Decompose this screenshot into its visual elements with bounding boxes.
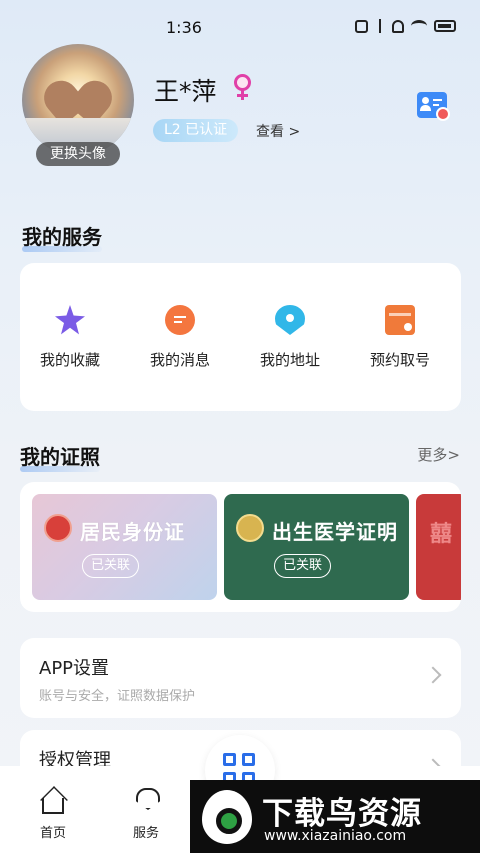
licenses-title: 我的证照 [20,441,100,472]
bluetooth-icon [375,19,385,33]
nfc-icon [355,19,368,33]
service-label: 我的消息 [149,351,210,369]
licenses-more-link[interactable]: 更多> [417,444,460,465]
license-id-card[interactable]: 居民身份证 已关联 [32,494,217,600]
service-label: 我的地址 [259,351,320,369]
calendar-icon [385,305,415,335]
setting-subtitle: 账号与安全，证照数据保护 [39,689,196,704]
view-profile-link[interactable]: 查看 > [256,121,300,141]
license-status: 已关联 [82,554,140,578]
mute-bell-icon [392,19,404,33]
battery-icon [434,20,456,32]
location-icon [275,305,305,335]
license-status: 已关联 [274,554,332,578]
license-partial-card[interactable]: 囍 [416,494,461,600]
national-emblem-icon [44,514,72,542]
change-avatar-button[interactable]: 更换头像 [36,142,120,166]
license-name: 居民身份证 [80,520,185,544]
license-birth-certificate[interactable]: 出生医学证明 已关联 [224,494,409,600]
wifi-icon [411,20,427,32]
bird-logo-icon [202,790,252,844]
national-emblem-icon [236,514,264,542]
nav-service[interactable]: 服务 [116,786,176,841]
licenses-card: 居民身份证 已关联 出生医学证明 已关联 囍 [20,482,461,612]
setting-title: APP设置 [39,658,110,679]
star-icon [55,305,85,335]
nav-label: 首页 [39,826,66,841]
services-card: 我的收藏 我的消息 我的地址 预约取号 [20,263,461,411]
app-settings-row[interactable]: APP设置 账号与安全，证照数据保护 [20,638,461,718]
avatar[interactable] [22,44,134,156]
double-happiness-icon: 囍 [430,522,453,547]
id-card-icon[interactable] [417,92,450,121]
services-title: 我的服务 [22,221,102,252]
message-icon [165,305,195,335]
home-icon [42,798,64,814]
service-address[interactable]: 我的地址 [240,305,340,370]
certification-badge: L2 已认证 [153,119,239,142]
chevron-right-icon [424,666,442,684]
service-label: 我的收藏 [39,351,100,369]
status-time: 1:36 [166,18,202,37]
female-icon [232,74,254,100]
service-messages[interactable]: 我的消息 [130,305,230,370]
license-name: 出生医学证明 [272,520,398,544]
nav-label: 服务 [132,826,159,841]
qr-code-icon [223,753,236,766]
nav-home[interactable]: 首页 [23,786,83,841]
service-appointment[interactable]: 预约取号 [350,305,450,370]
status-icons [355,19,456,33]
user-name: 王*萍 [154,77,217,106]
service-label: 预约取号 [369,351,430,369]
service-heart-icon [132,786,160,814]
watermark-url: www.xiazainiao.com [264,828,407,844]
watermark: 下载鸟资源 www.xiazainiao.com [190,780,480,853]
watermark-title: 下载鸟资源 [262,796,422,832]
service-favorites[interactable]: 我的收藏 [20,305,120,370]
